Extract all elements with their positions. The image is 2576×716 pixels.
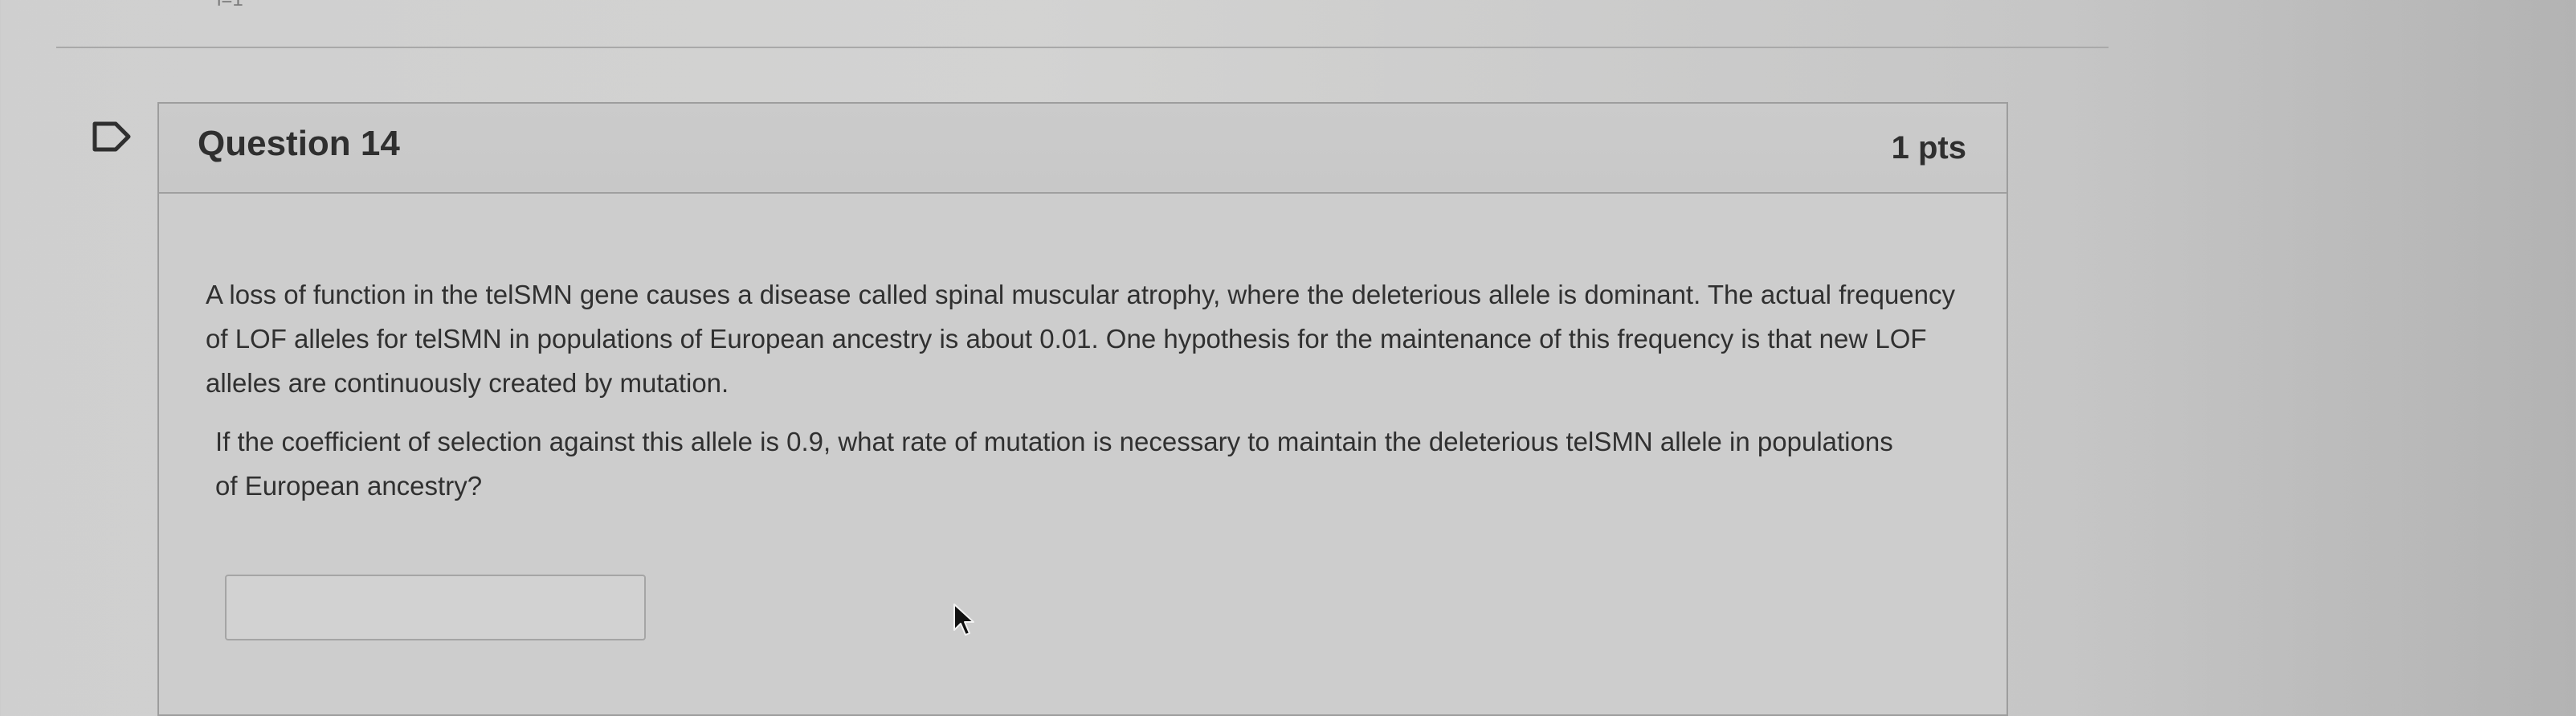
top-cutoff-text: i=1	[217, 0, 243, 11]
question-header: Question 14 1 pts	[159, 104, 2007, 194]
section-divider	[56, 47, 2109, 48]
flag-outline-icon[interactable]	[92, 121, 133, 153]
question-title: Question 14	[198, 124, 400, 163]
question-paragraph-2: If the coefficient of selection against …	[215, 427, 1893, 501]
answer-input[interactable]	[225, 575, 646, 640]
question-text: A loss of function in the telSMN gene ca…	[206, 272, 1973, 508]
question-paragraph-1: A loss of function in the telSMN gene ca…	[206, 280, 1956, 398]
question-points: 1 pts	[1891, 130, 1966, 166]
mouse-pointer-icon	[953, 603, 974, 636]
question-card: Question 14 1 pts A loss of function in …	[157, 102, 2008, 716]
